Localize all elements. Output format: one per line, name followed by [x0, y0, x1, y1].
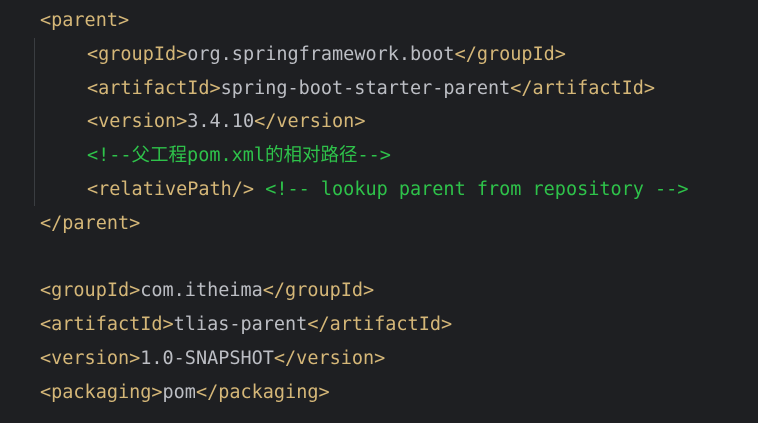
- xml-comment: <!-- lookup parent from repository -->: [265, 178, 689, 200]
- code-line[interactable]: </parent>: [0, 207, 758, 241]
- code-line[interactable]: <relativePath/> <!-- lookup parent from …: [0, 173, 758, 207]
- xml-tag: </groupId>: [454, 43, 566, 65]
- xml-tag: </version>: [254, 111, 366, 133]
- xml-tag: <groupId>: [40, 280, 141, 302]
- code-line[interactable]: <artifactId>spring-boot-starter-parent</…: [0, 72, 758, 106]
- xml-tag: <packaging>: [40, 381, 163, 403]
- code-line[interactable]: <artifactId>tlias-parent</artifactId>: [0, 308, 758, 342]
- code-line[interactable]: <groupId>org.springframework.boot</group…: [0, 38, 758, 72]
- code-line[interactable]: <packaging>pom</packaging>: [0, 376, 758, 410]
- xml-text: pom: [162, 381, 196, 403]
- code-line[interactable]: <groupId>com.itheima</groupId>: [0, 274, 758, 308]
- xml-tag: </parent>: [40, 212, 141, 234]
- code-line[interactable]: <version>3.4.10</version>: [0, 105, 758, 139]
- xml-tag: </groupId>: [262, 280, 375, 302]
- xml-tag: <version>: [40, 347, 141, 369]
- xml-tag: <artifactId>: [87, 77, 221, 99]
- xml-tag: <groupId>: [87, 43, 188, 65]
- xml-text: spring-boot-starter-parent: [220, 77, 511, 99]
- xml-tag: <artifactId>: [40, 314, 174, 336]
- code-line[interactable]: <version>1.0-SNAPSHOT</version>: [0, 342, 758, 376]
- xml-tag: </artifactId>: [510, 77, 656, 99]
- xml-text: com.itheima: [140, 280, 263, 302]
- xml-text: 3.4.10: [187, 111, 255, 133]
- xml-text: 1.0-SNAPSHOT: [140, 347, 274, 369]
- xml-tag: </artifactId>: [307, 314, 453, 336]
- xml-tag: <version>: [87, 111, 188, 133]
- code-line[interactable]: <!--父工程pom.xml的相对路径-->: [0, 139, 758, 173]
- code-line[interactable]: [0, 241, 758, 275]
- xml-comment: <!--父工程pom.xml的相对路径-->: [87, 145, 391, 167]
- xml-text: [254, 179, 265, 200]
- xml-text: org.springframework.boot: [187, 43, 455, 65]
- xml-tag: </version>: [273, 347, 386, 369]
- code-line[interactable]: <parent>: [0, 4, 758, 38]
- xml-tag: <relativePath/>: [87, 178, 255, 200]
- code-editor[interactable]: <parent> <groupId>org.springframework.boo…: [0, 4, 758, 410]
- xml-tag: <parent>: [40, 10, 130, 31]
- xml-tag: </packaging>: [195, 381, 330, 403]
- xml-text: tlias-parent: [173, 314, 308, 336]
